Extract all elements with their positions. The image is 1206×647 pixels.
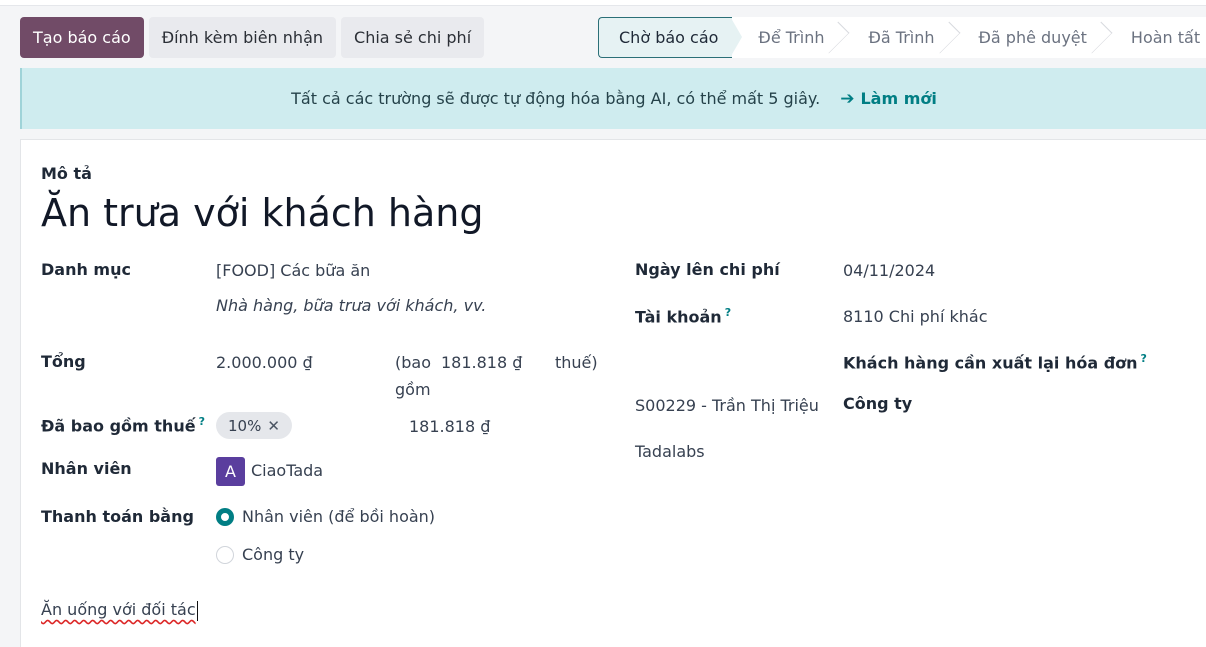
reinvoice-help-icon[interactable]: ? bbox=[1141, 352, 1147, 365]
included-prefix-1: (bao bbox=[395, 353, 431, 372]
account-label: Tài khoản? bbox=[635, 306, 732, 327]
company-field[interactable]: Tadalabs bbox=[635, 442, 705, 461]
included-suffix: thuế) bbox=[555, 353, 598, 372]
category-label: Danh mục bbox=[41, 260, 131, 279]
text-cursor bbox=[196, 600, 198, 621]
category-field[interactable]: [FOOD] Các bữa ăn bbox=[216, 261, 370, 280]
paid-by-company-label[interactable]: Công ty bbox=[242, 545, 304, 564]
refresh-link[interactable]: ➔ Làm mới bbox=[840, 89, 937, 109]
category-hint: Nhà hàng, bữa trưa với khách, vv. bbox=[216, 296, 487, 315]
paid-by-label: Thanh toán bằng bbox=[41, 507, 194, 526]
included-tax-amount: 181.818 ₫ bbox=[441, 353, 523, 372]
tax-amount: 181.818 ₫ bbox=[409, 417, 491, 436]
included-prefix-2: gồm bbox=[395, 380, 431, 399]
account-field[interactable]: 8110 Chi phí khác bbox=[843, 307, 987, 326]
company-label: Công ty bbox=[843, 394, 913, 413]
paid-by-employee-label[interactable]: Nhân viên (để bồi hoàn) bbox=[242, 507, 435, 526]
close-icon[interactable]: ✕ bbox=[267, 417, 280, 435]
banner-text: Tất cả các trường sẽ được tự động hóa bằ… bbox=[291, 89, 821, 108]
ai-autofill-banner: Tất cả các trường sẽ được tự động hóa bằ… bbox=[20, 68, 1206, 129]
attach-receipt-button[interactable]: Đính kèm biên nhận bbox=[148, 17, 337, 58]
stage-to-report[interactable]: Chờ báo cáo bbox=[598, 17, 745, 58]
expense-form-sheet: Mô tả Ăn trưa với khách hàng Danh mục [F… bbox=[20, 139, 1206, 647]
total-label: Tổng bbox=[41, 352, 86, 371]
avatar: A bbox=[216, 457, 245, 486]
total-field[interactable]: 2.000.000 ₫ bbox=[216, 353, 313, 372]
reinvoice-label: Khách hàng cần xuất lại hóa đơn? bbox=[843, 352, 1147, 373]
split-expense-button[interactable]: Chia sẻ chi phí bbox=[341, 17, 485, 58]
arrow-right-icon: ➔ bbox=[840, 88, 855, 109]
expense-date-field[interactable]: 04/11/2024 bbox=[843, 261, 935, 280]
paid-by-company-radio[interactable] bbox=[216, 546, 234, 564]
employee-label: Nhân viên bbox=[41, 459, 132, 478]
stage-submitted[interactable]: Đã Trình bbox=[842, 17, 953, 58]
tax-tag-label: 10% bbox=[228, 416, 262, 435]
action-toolbar: Tạo báo cáo Đính kèm biên nhận Chia sẻ c… bbox=[20, 17, 485, 58]
paid-by-employee-radio[interactable] bbox=[216, 508, 234, 526]
stage-to-submit[interactable]: Để Trình bbox=[732, 17, 843, 58]
refresh-label: Làm mới bbox=[860, 89, 937, 108]
account-help-icon[interactable]: ? bbox=[725, 306, 731, 319]
create-report-button[interactable]: Tạo báo cáo bbox=[20, 17, 144, 58]
employee-field[interactable]: CiaoTada bbox=[251, 461, 323, 480]
expense-date-label: Ngày lên chi phí bbox=[635, 260, 780, 279]
expense-title[interactable]: Ăn trưa với khách hàng bbox=[41, 191, 484, 235]
notes-field[interactable]: Ăn uống với đối tác bbox=[41, 600, 198, 621]
tax-help-icon[interactable]: ? bbox=[199, 415, 205, 428]
description-label: Mô tả bbox=[41, 164, 92, 183]
stage-done[interactable]: Hoàn tất bbox=[1104, 17, 1206, 58]
tax-included-label: Đã bao gồm thuế? bbox=[41, 415, 205, 436]
tax-tag[interactable]: 10% ✕ bbox=[216, 412, 292, 439]
stage-approved[interactable]: Đã phê duyệt bbox=[952, 17, 1105, 58]
reinvoice-field[interactable]: S00229 - Trần Thị Triệu bbox=[635, 396, 819, 415]
status-bar: Chờ báo cáo Để Trình Đã Trình Đã phê duy… bbox=[598, 17, 1206, 58]
top-border bbox=[0, 0, 1206, 6]
